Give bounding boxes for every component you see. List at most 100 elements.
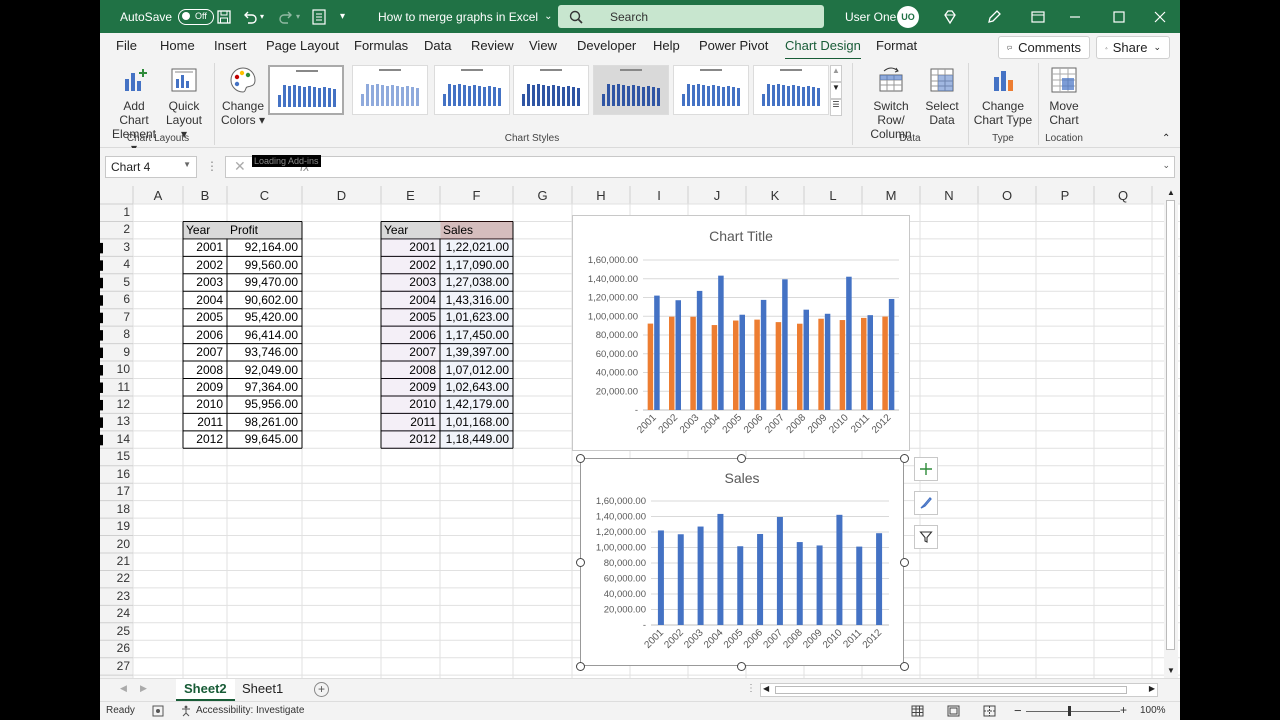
cell[interactable]: 2003 (186, 275, 223, 289)
column-header[interactable]: F (440, 188, 513, 203)
scrollbar-thumb[interactable] (1166, 200, 1175, 650)
cell[interactable]: 95,956.00 (230, 397, 298, 411)
chart-style-thumbnail[interactable] (753, 65, 829, 115)
row-header[interactable]: 6 (100, 292, 130, 306)
collapse-ribbon-icon[interactable]: ⌃ (1162, 133, 1170, 144)
column-header[interactable]: A (133, 188, 183, 203)
macro-record-icon[interactable] (152, 705, 164, 717)
row-header[interactable]: 11 (100, 380, 130, 394)
diamond-icon[interactable] (942, 0, 958, 33)
row-header[interactable]: 27 (100, 659, 130, 673)
cell[interactable]: 2010 (186, 397, 223, 411)
resize-handle[interactable] (900, 558, 909, 567)
scroll-right-icon[interactable]: ▶ (1149, 684, 1155, 693)
column-header[interactable]: D (302, 188, 381, 203)
bar[interactable] (690, 316, 696, 410)
row-header[interactable]: 17 (100, 484, 130, 498)
scrollbar-thumb[interactable] (775, 686, 1127, 694)
bar[interactable] (739, 314, 746, 410)
cell[interactable]: 2008 (384, 363, 436, 377)
tab-formulas[interactable]: Formulas (354, 38, 408, 53)
bar[interactable] (718, 275, 724, 410)
chart-filters-button[interactable] (914, 525, 938, 549)
cell[interactable]: 92,164.00 (230, 240, 298, 254)
column-header[interactable]: O (978, 188, 1036, 203)
cell[interactable]: 2006 (384, 328, 436, 342)
cell[interactable]: 1,02,643.00 (443, 380, 509, 394)
save-icon[interactable] (216, 0, 232, 33)
cell[interactable]: 2010 (384, 397, 436, 411)
change-chart-type-button[interactable]: Change Chart Type (972, 65, 1034, 127)
vertical-scrollbar[interactable]: ▲ ▼ (1164, 186, 1178, 678)
close-icon[interactable] (1153, 0, 1167, 33)
cell[interactable]: 2009 (384, 380, 436, 394)
avatar[interactable]: UO (897, 5, 919, 28)
column-header[interactable]: B (183, 188, 227, 203)
cancel-icon[interactable]: ✕ (234, 158, 246, 175)
cell[interactable]: 2001 (384, 240, 436, 254)
comments-button[interactable]: Comments (998, 36, 1090, 59)
bar[interactable] (757, 533, 764, 625)
cell[interactable]: 90,602.00 (230, 293, 298, 307)
document-title[interactable]: How to merge graphs in Excel ⌄ (378, 0, 552, 33)
switch-row-column-button[interactable]: Switch Row/ Column (858, 65, 924, 141)
resize-handle[interactable] (576, 454, 585, 463)
cell[interactable]: 1,01,168.00 (443, 415, 509, 429)
row-header[interactable]: 2 (100, 222, 130, 236)
row-header[interactable]: 1 (100, 205, 130, 219)
name-box[interactable]: Chart 4 ▼ (105, 156, 197, 178)
form-icon[interactable] (312, 0, 326, 33)
bar[interactable] (876, 533, 883, 625)
column-header[interactable]: L (804, 188, 862, 203)
tab-power-pivot[interactable]: Power Pivot (699, 38, 768, 53)
cell[interactable]: 2011 (384, 415, 436, 429)
cell[interactable]: 2002 (186, 258, 223, 272)
cell[interactable]: 1,17,450.00 (443, 328, 509, 342)
page-break-view-icon[interactable] (983, 705, 996, 717)
bar[interactable] (796, 542, 803, 625)
row-header[interactable]: 13 (100, 414, 130, 428)
select-data-button[interactable]: Select Data (924, 65, 960, 127)
cell[interactable]: 98,261.00 (230, 415, 298, 429)
column-header[interactable]: M (862, 188, 920, 203)
bar[interactable] (760, 299, 767, 410)
scroll-left-icon[interactable]: ◀ (120, 683, 127, 694)
cell[interactable]: 1,18,449.00 (443, 432, 509, 446)
bar[interactable] (677, 534, 684, 625)
row-header[interactable]: 16 (100, 467, 130, 481)
expand-formula-icon[interactable]: ⌄ (1162, 160, 1170, 171)
resize-handle[interactable] (576, 558, 585, 567)
chart-styles-button[interactable] (914, 491, 938, 515)
cell[interactable]: 2012 (186, 432, 223, 446)
cell[interactable]: 2005 (384, 310, 436, 324)
bar[interactable] (675, 300, 682, 410)
zoom-slider[interactable] (1026, 711, 1120, 712)
bar[interactable] (888, 298, 895, 410)
accessibility-icon[interactable] (180, 705, 192, 717)
cell[interactable]: Sales (443, 223, 509, 237)
bar[interactable] (696, 290, 703, 410)
sheet-tab-sheet1[interactable]: Sheet1 (234, 679, 291, 701)
column-header[interactable]: H (572, 188, 630, 203)
cell[interactable]: 1,17,090.00 (443, 258, 509, 272)
row-header[interactable]: 7 (100, 310, 130, 324)
cell[interactable]: Year (384, 223, 436, 237)
column-header[interactable]: P (1036, 188, 1094, 203)
column-header[interactable]: C (227, 188, 302, 203)
bar[interactable] (647, 323, 654, 410)
scroll-right-icon[interactable]: ▶ (140, 683, 147, 694)
bar[interactable] (654, 295, 660, 410)
bar[interactable] (846, 276, 852, 410)
cell[interactable]: Year (186, 223, 223, 237)
cell[interactable]: 97,364.00 (230, 380, 298, 394)
bar[interactable] (657, 530, 664, 625)
cell[interactable]: 96,414.00 (230, 328, 298, 342)
user-name[interactable]: User One (845, 0, 896, 33)
cell[interactable]: 93,746.00 (230, 345, 298, 359)
column-header[interactable]: K (746, 188, 804, 203)
cell[interactable]: Profit (230, 223, 298, 237)
tab-format[interactable]: Format (876, 38, 917, 53)
bar[interactable] (717, 513, 724, 625)
zoom-in-icon[interactable]: + (1120, 703, 1127, 717)
tab-chart-design[interactable]: Chart Design (785, 38, 861, 61)
